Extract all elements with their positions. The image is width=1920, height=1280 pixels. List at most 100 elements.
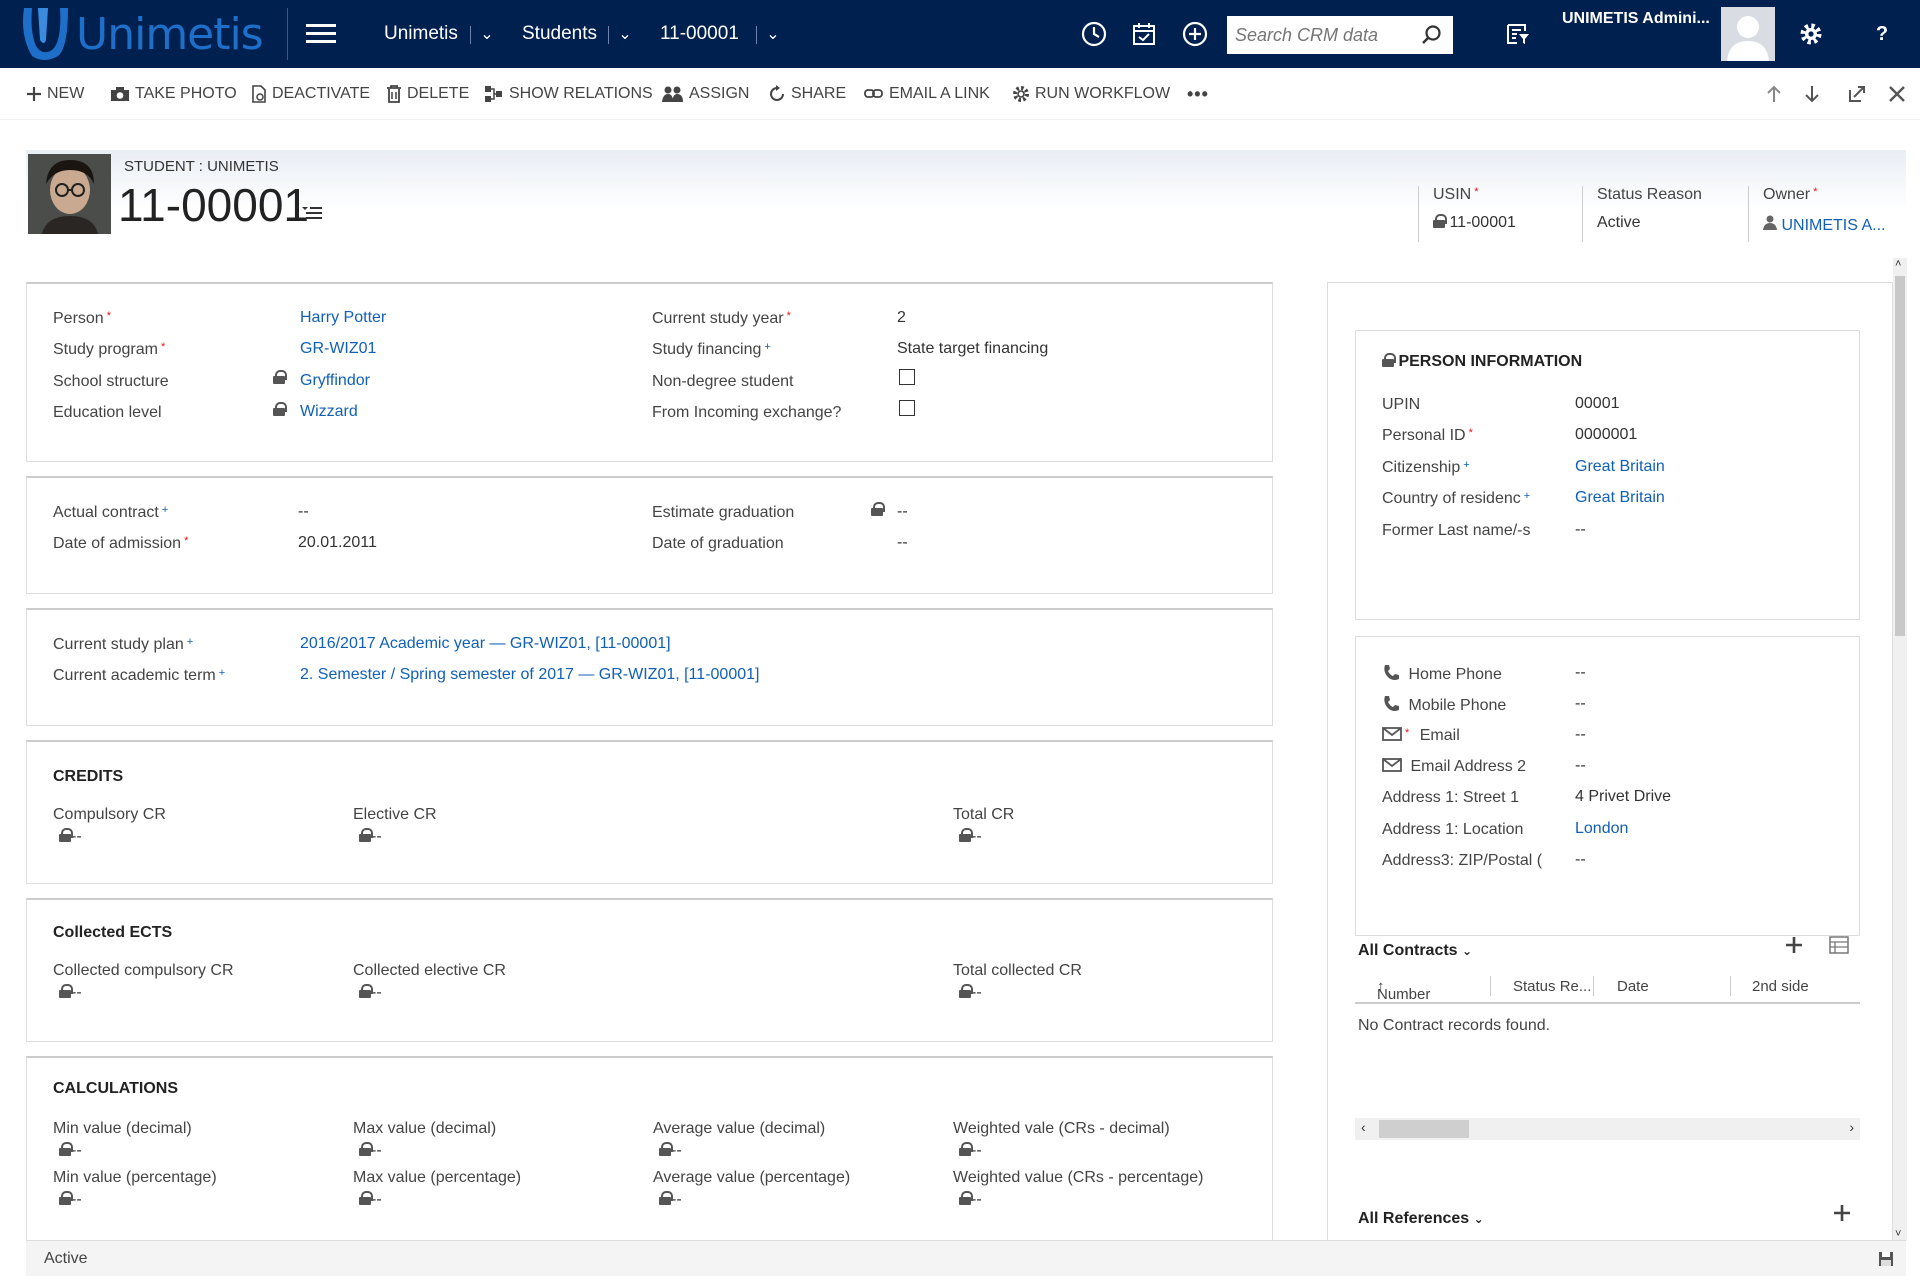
current-study-plan-lookup[interactable]: 2016/2017 Academic year — GR-WIZ01, [11-… xyxy=(300,635,671,653)
date-of-graduation-value[interactable]: -- xyxy=(897,534,908,552)
personal-id-value[interactable]: 0000001 xyxy=(1575,426,1637,444)
location-lookup[interactable]: London xyxy=(1575,820,1628,838)
email-icon xyxy=(1382,758,1402,772)
deactivate-icon xyxy=(252,85,266,103)
header-status-reason-field[interactable]: Status Reason Active xyxy=(1582,186,1746,242)
previous-record-icon[interactable] xyxy=(1766,68,1787,120)
calendar-check-icon[interactable] xyxy=(1128,18,1160,50)
lock-icon xyxy=(871,502,885,516)
search-icon[interactable] xyxy=(1421,24,1443,46)
command-bar: NEW TAKE PHOTO DEACTIVATE DELETE SHOW RE… xyxy=(0,68,1920,120)
column-2nd-side[interactable]: 2nd side xyxy=(1752,978,1809,995)
non-degree-checkbox[interactable] xyxy=(899,369,915,385)
collected-ects-section: Collected ECTS Collected compulsory CR -… xyxy=(26,898,1273,1042)
person-information-section: PERSON INFORMATION UPIN 00001 Personal I… xyxy=(1355,330,1860,620)
trash-icon xyxy=(387,85,401,103)
current-academic-term-lookup[interactable]: 2. Semester / Spring semester of 2017 — … xyxy=(300,666,759,684)
email-address-2-value[interactable]: -- xyxy=(1575,757,1586,775)
actual-contract-value[interactable]: -- xyxy=(298,503,309,521)
take-photo-button[interactable]: TAKE PHOTO xyxy=(110,68,237,120)
plus-icon xyxy=(27,87,41,101)
form-selector-icon[interactable] xyxy=(300,204,324,225)
user-avatar[interactable] xyxy=(1721,7,1775,61)
create-new-icon[interactable] xyxy=(1179,18,1211,50)
share-button[interactable]: SHARE xyxy=(768,68,846,120)
user-icon xyxy=(1763,215,1777,230)
scroll-left-icon: ‹ xyxy=(1361,1119,1366,1135)
breadcrumb-unimetis[interactable]: Unimetis xyxy=(384,0,458,68)
vertical-scrollbar[interactable]: ˄ ˅ xyxy=(1893,258,1907,1240)
close-icon[interactable] xyxy=(1888,68,1911,120)
scroll-right-icon: › xyxy=(1849,1119,1854,1135)
save-icon[interactable] xyxy=(1878,1251,1894,1267)
workflow-gear-icon xyxy=(1013,86,1029,102)
pop-out-icon[interactable] xyxy=(1848,68,1871,120)
horizontal-scrollbar[interactable]: ‹ › xyxy=(1355,1118,1860,1140)
education-level-lookup[interactable]: Wizzard xyxy=(300,403,358,421)
person-lookup[interactable]: Harry Potter xyxy=(300,309,386,327)
search-box[interactable] xyxy=(1227,16,1453,54)
assign-button[interactable]: ASSIGN xyxy=(662,68,749,120)
nav-separator xyxy=(287,8,288,60)
country-of-residence-lookup[interactable]: Great Britain xyxy=(1575,489,1665,507)
recent-history-icon[interactable] xyxy=(1078,18,1110,50)
record-status: Active xyxy=(44,1250,88,1267)
zip-value[interactable]: -- xyxy=(1575,851,1586,869)
student-photo[interactable] xyxy=(28,154,111,234)
phone-icon xyxy=(1384,696,1399,711)
new-button[interactable]: NEW xyxy=(26,68,84,120)
mobile-phone-value[interactable]: -- xyxy=(1575,695,1586,713)
email-value[interactable]: -- xyxy=(1575,726,1586,744)
incoming-exchange-checkbox[interactable] xyxy=(899,400,915,416)
current-study-year-value[interactable]: 2 xyxy=(897,309,906,327)
breadcrumb-students[interactable]: Students xyxy=(522,0,597,68)
deactivate-button[interactable]: DEACTIVATE xyxy=(251,68,370,120)
all-contracts-view-selector[interactable]: All Contracts ⌄ xyxy=(1358,942,1472,960)
unimetis-logo[interactable]: Unimetis xyxy=(18,6,264,62)
help-button[interactable]: ? xyxy=(1866,18,1898,50)
assign-users-icon xyxy=(662,86,683,102)
show-relations-button[interactable]: SHOW RELATIONS xyxy=(484,68,653,120)
chevron-down-icon[interactable]: ⌄ xyxy=(473,0,501,68)
add-contract-plus-icon[interactable] xyxy=(1785,936,1803,959)
email-link-button[interactable]: EMAIL A LINK xyxy=(864,68,990,120)
scroll-down-icon: ˅ xyxy=(1895,1228,1902,1240)
header-owner-field[interactable]: Owner * UNIMETIS A... xyxy=(1748,186,1898,242)
general-section: Person * Harry Potter Study program * GR-W… xyxy=(26,282,1273,462)
run-workflow-button[interactable]: RUN WORKFLOW xyxy=(1012,68,1170,120)
chevron-down-icon[interactable]: ⌄ xyxy=(611,0,639,68)
more-commands-button[interactable]: ••• xyxy=(1187,68,1209,120)
citizenship-lookup[interactable]: Great Britain xyxy=(1575,458,1665,476)
add-reference-plus-icon[interactable] xyxy=(1833,1204,1851,1227)
logo-text: Unimetis xyxy=(76,8,264,60)
search-input[interactable] xyxy=(1235,24,1415,46)
hamburger-menu-icon[interactable] xyxy=(306,24,336,44)
logo-mark-icon xyxy=(23,8,68,60)
grid-view-icon[interactable] xyxy=(1829,936,1849,959)
breadcrumb-record[interactable]: 11-00001 xyxy=(660,0,739,68)
calculations-section: CALCULATIONS Min value (decimal) -- Max … xyxy=(26,1056,1273,1240)
school-structure-lookup[interactable]: Gryffindor xyxy=(300,372,370,390)
chevron-down-icon[interactable]: ⌄ xyxy=(759,0,787,68)
advanced-find-icon[interactable] xyxy=(1502,18,1534,50)
next-record-icon[interactable] xyxy=(1804,68,1825,120)
study-financing-value[interactable]: State target financing xyxy=(897,340,1048,358)
phone-icon xyxy=(1384,665,1399,680)
study-program-lookup[interactable]: GR-WIZ01 xyxy=(300,340,376,358)
home-phone-value[interactable]: -- xyxy=(1575,664,1586,682)
settings-gear-icon[interactable] xyxy=(1795,18,1827,50)
breadcrumb-divider xyxy=(470,26,471,44)
column-status-reason[interactable]: Status Re... xyxy=(1513,978,1591,995)
contracts-grid-header: Number ↑ Status Re... Date 2nd side xyxy=(1355,970,1860,1004)
record-title: 11-00001 xyxy=(118,179,309,231)
former-last-name-value[interactable]: -- xyxy=(1575,521,1586,539)
user-name[interactable]: UNIMETIS Admini... xyxy=(1562,10,1710,28)
date-of-admission-value[interactable]: 20.01.2011 xyxy=(298,534,377,552)
delete-button[interactable]: DELETE xyxy=(386,68,469,120)
relations-icon xyxy=(485,86,502,102)
column-date[interactable]: Date xyxy=(1617,978,1649,995)
street-value[interactable]: 4 Privet Drive xyxy=(1575,788,1671,806)
column-number[interactable]: Number ↑ xyxy=(1377,978,1430,1003)
lock-icon xyxy=(1433,214,1447,228)
all-references-view-selector[interactable]: All References ⌄ xyxy=(1358,1210,1484,1228)
